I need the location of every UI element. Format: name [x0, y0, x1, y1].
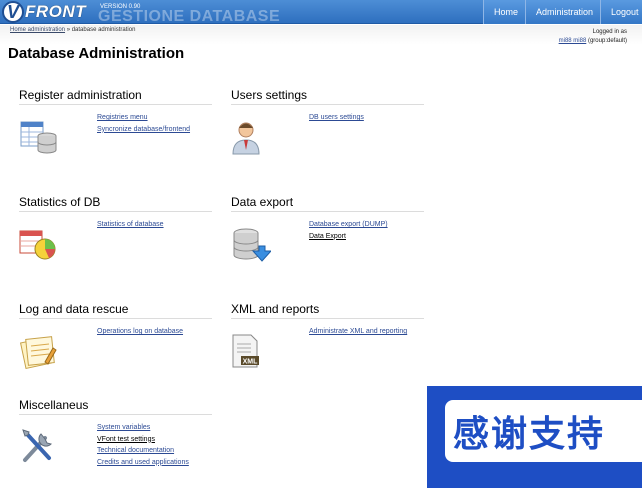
administrate-xml-link[interactable]: Administrate XML and reporting	[309, 326, 407, 338]
section-data-export: Data export Database export (DUMP) Data …	[231, 195, 424, 262]
breadcrumb-separator: »	[66, 27, 71, 33]
statistics-pie-icon	[19, 230, 56, 260]
system-variables-link[interactable]: System variables	[97, 422, 189, 434]
technical-documentation-link[interactable]: Technical documentation	[97, 445, 189, 457]
thanks-overlay-text: 感谢支持	[453, 414, 606, 455]
section-users-settings: Users settings DB users settings	[231, 88, 424, 155]
section-register-administration: Register administration Registries menu …	[19, 88, 212, 154]
section-title: Data export	[231, 195, 424, 212]
top-nav: Home Administration Logout	[483, 0, 642, 24]
login-user-link[interactable]: mi88 mi88	[559, 38, 587, 44]
xml-file-icon: XML	[232, 334, 259, 368]
breadcrumb: Home administration » database administr…	[10, 27, 135, 33]
section-links: Database export (DUMP) Data Export	[309, 219, 388, 242]
logo-text: FRONT	[25, 2, 87, 21]
breadcrumb-current: database administration	[71, 27, 136, 33]
section-title: Miscellaneus	[19, 398, 212, 415]
vfront-logo[interactable]: V FRONT	[2, 1, 86, 23]
tools-icon	[22, 429, 52, 462]
section-links: Registries menu Syncronize database/fron…	[97, 112, 190, 135]
section-title: Log and data rescue	[19, 302, 212, 319]
statistics-of-database-link[interactable]: Statistics of database	[97, 219, 164, 231]
database-export-icon	[233, 228, 271, 262]
credits-link[interactable]: Credits and used applications	[97, 457, 189, 469]
top-header: V FRONT VERSION 0.90 GESTIONE DATABASE H…	[0, 0, 642, 25]
registries-menu-link[interactable]: Registries menu	[97, 112, 190, 124]
section-xml-reports: XML and reports XML Administrate XML and…	[231, 302, 424, 368]
section-links: Operations log on database	[97, 326, 183, 338]
syncronize-database-link[interactable]: Syncronize database/frontend	[97, 124, 190, 136]
database-export-dump-link[interactable]: Database export (DUMP)	[309, 219, 388, 231]
vfont-test-settings-link[interactable]: VFont test settings	[97, 434, 189, 446]
section-title: XML and reports	[231, 302, 424, 319]
login-group: (group:default)	[587, 38, 627, 44]
section-miscellaneus: Miscellaneus System variables VFont test…	[19, 398, 212, 466]
registry-db-icon	[20, 121, 57, 154]
section-statistics: Statistics of DB Statistics of database	[19, 195, 212, 260]
db-users-settings-link[interactable]: DB users settings	[309, 112, 364, 124]
breadcrumb-home-link[interactable]: Home administration	[10, 27, 65, 33]
section-links: Administrate XML and reporting	[309, 326, 407, 338]
log-notes-icon	[19, 336, 57, 370]
svg-text:XML: XML	[243, 359, 259, 366]
logo-mark: V	[2, 1, 24, 23]
section-title: Statistics of DB	[19, 195, 212, 212]
section-links: Statistics of database	[97, 219, 164, 231]
page-title: Database Administration	[8, 45, 185, 62]
nav-logout[interactable]: Logout	[600, 0, 642, 24]
user-icon	[232, 122, 260, 155]
thanks-overlay-panel: 感谢支持	[445, 400, 642, 462]
section-title: Users settings	[231, 88, 424, 105]
login-info: Logged in as mi88 mi88 (group:default)	[559, 28, 627, 46]
data-export-link[interactable]: Data Export	[309, 231, 388, 243]
nav-home[interactable]: Home	[483, 0, 525, 24]
login-label: Logged in as	[592, 29, 627, 35]
section-links: System variables VFont test settings Tec…	[97, 422, 189, 468]
section-links: DB users settings	[309, 112, 364, 124]
app-subtitle: GESTIONE DATABASE	[98, 8, 281, 25]
nav-administration[interactable]: Administration	[525, 0, 600, 24]
operations-log-link[interactable]: Operations log on database	[97, 326, 183, 338]
section-title: Register administration	[19, 88, 212, 105]
thanks-overlay: 感谢支持	[427, 386, 642, 488]
section-log-rescue: Log and data rescue Operations log on da…	[19, 302, 212, 370]
